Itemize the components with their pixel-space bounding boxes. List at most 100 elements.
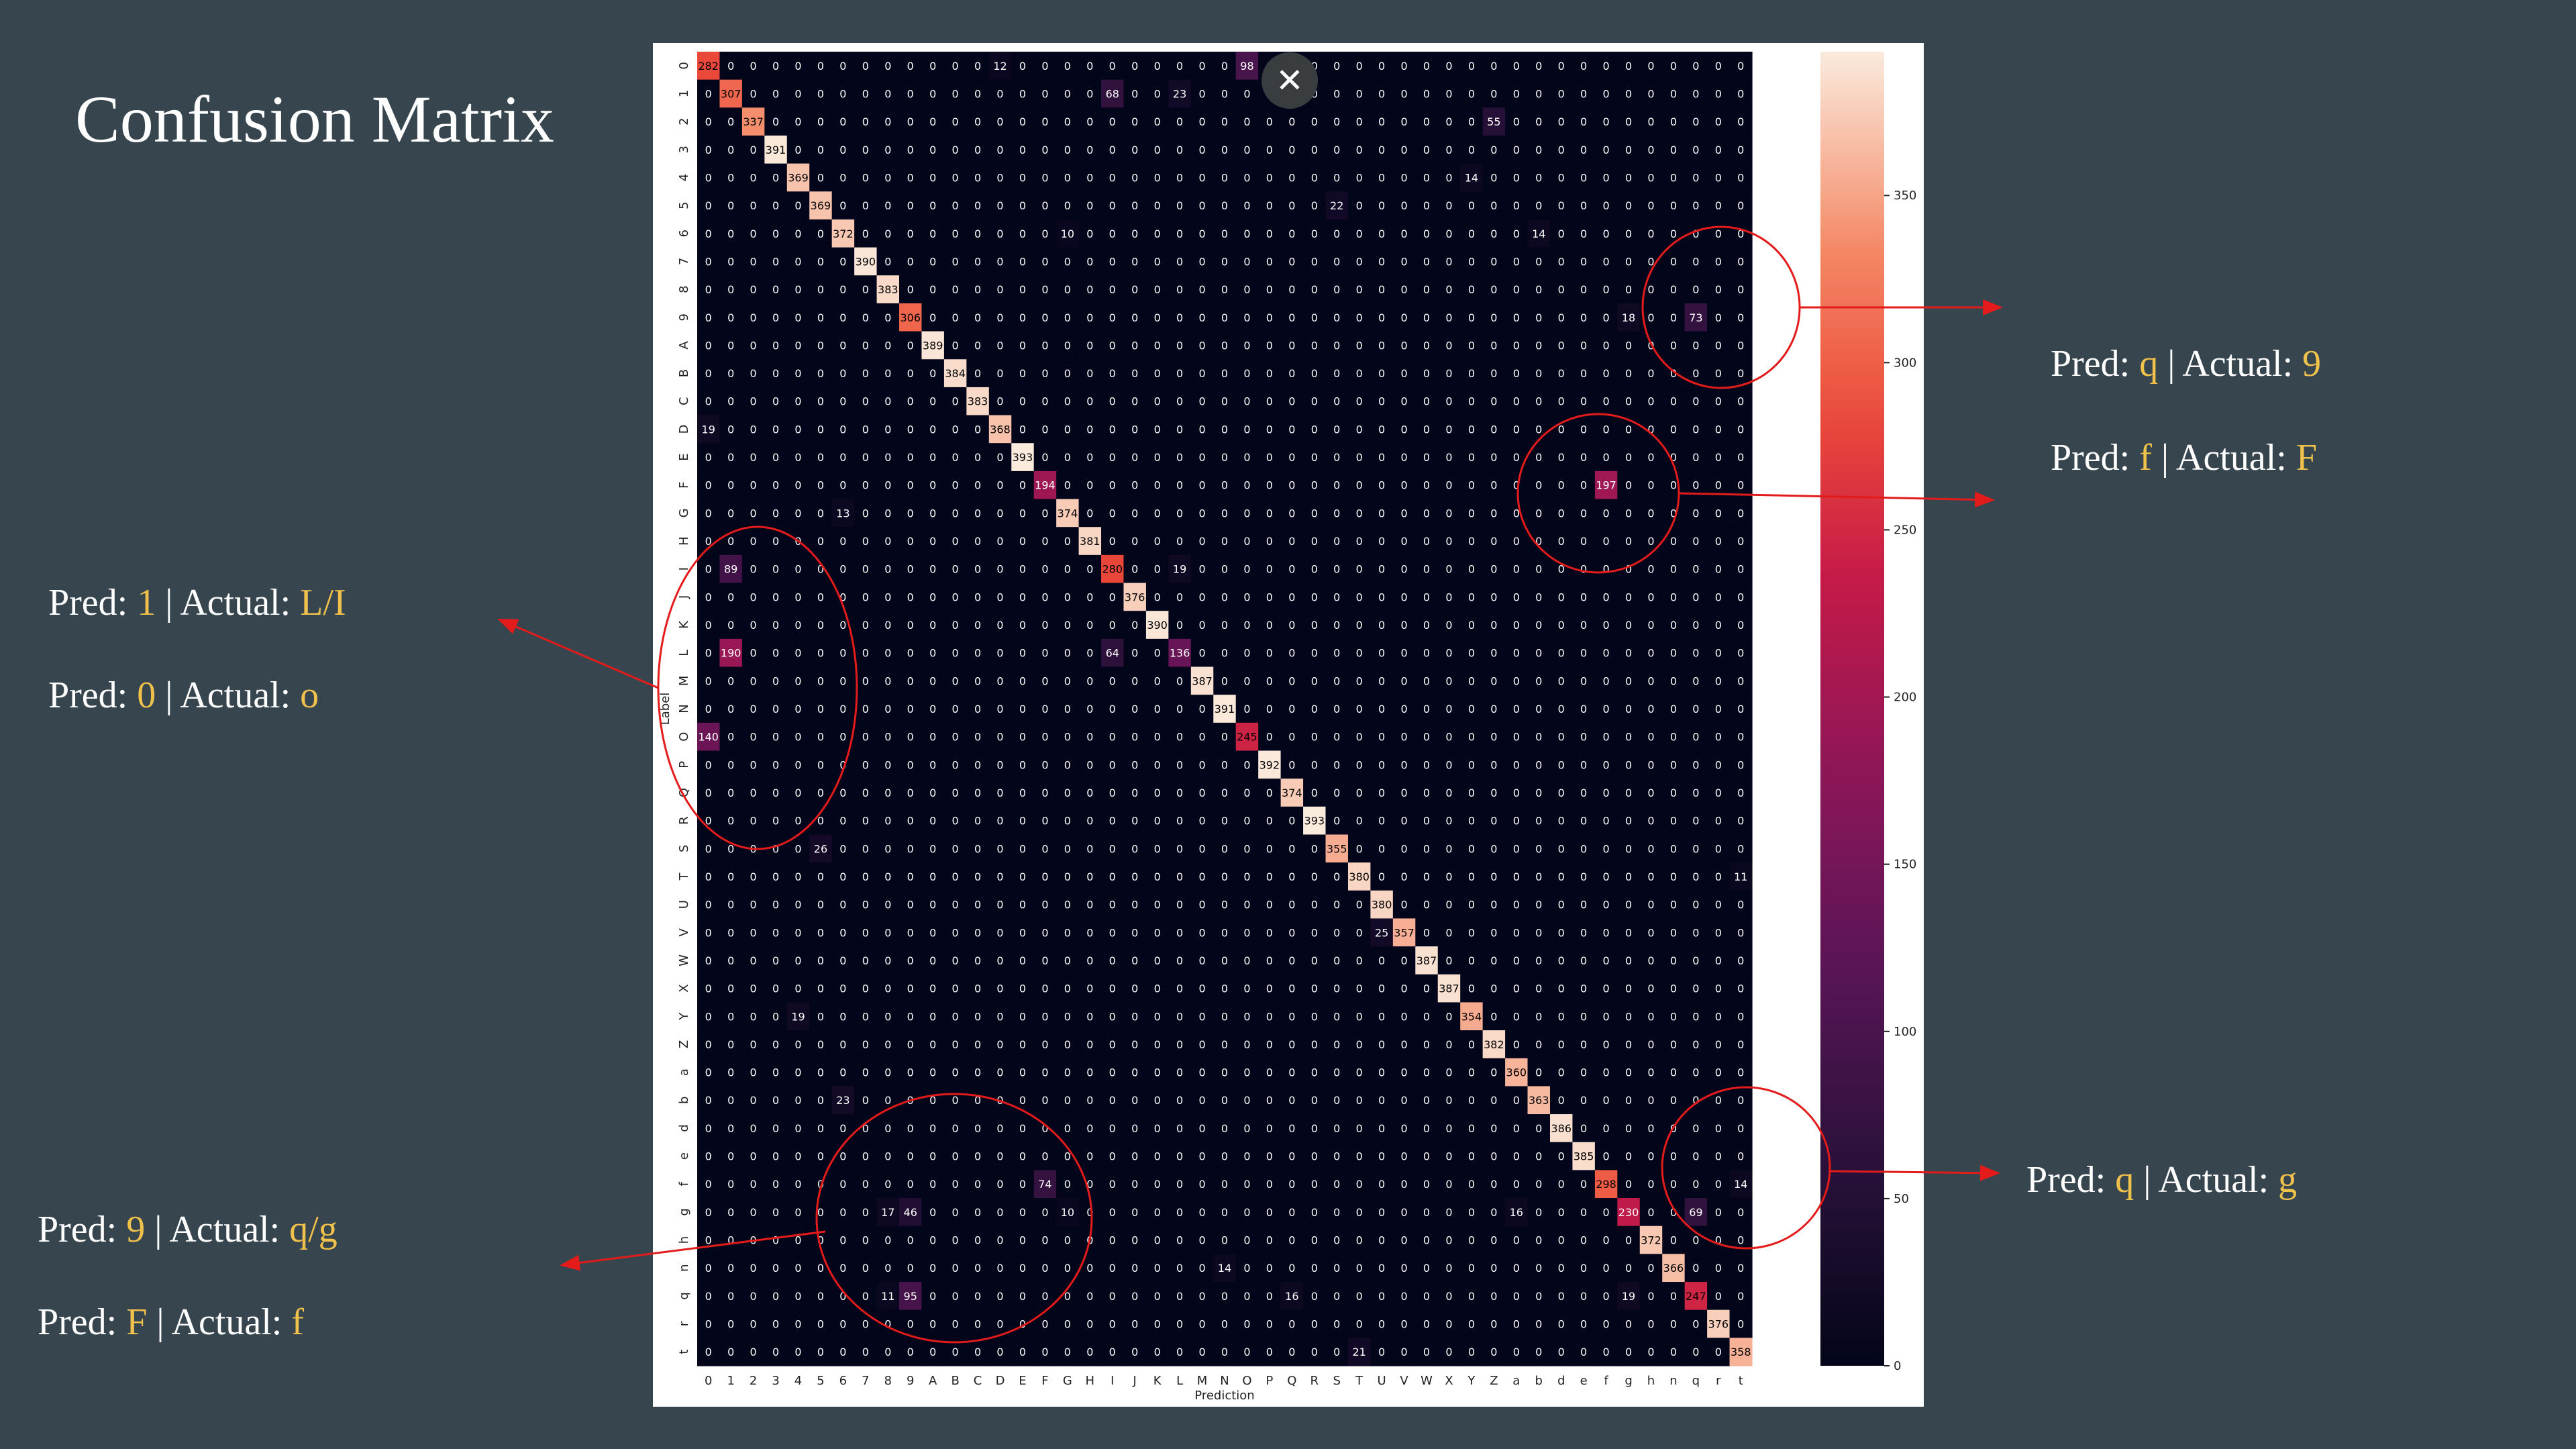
cell-value-label: 0 [1176, 1150, 1183, 1163]
x-tick-label: P [1266, 1374, 1273, 1388]
cell-value-label: 0 [727, 367, 734, 380]
cell-value-label: 0 [705, 451, 712, 464]
cell-value-label: 0 [1558, 535, 1565, 548]
cell-value-label: 0 [1603, 703, 1610, 715]
cell-value-label: 0 [1490, 255, 1497, 268]
y-tick-label: q [677, 1292, 691, 1299]
cell-value-label: 0 [1131, 674, 1138, 687]
cell-value-label: 0 [794, 87, 801, 100]
cell-value-label: 64 [1106, 647, 1119, 660]
cell-value-label: 0 [1445, 1150, 1452, 1163]
cell-value-label: 0 [884, 60, 891, 72]
cell-value-label: 0 [996, 815, 1003, 828]
cell-value-label: 245 [1237, 731, 1257, 744]
cell-value-label: 0 [907, 507, 914, 519]
cell-value-label: 0 [1558, 423, 1565, 436]
cell-value-label: 387 [1439, 983, 1459, 995]
cell-value-label: 0 [1647, 647, 1654, 660]
x-tick-label: L [1176, 1374, 1183, 1388]
close-button[interactable]: ✕ [1261, 52, 1318, 109]
cell-value-label: 0 [1580, 87, 1587, 100]
cell-value-label: 0 [705, 674, 712, 687]
cell-value-label: 0 [1535, 926, 1542, 939]
cell-value-label: 0 [839, 255, 846, 268]
cell-value-label: 0 [1378, 647, 1385, 660]
cell-value-label: 0 [996, 1346, 1003, 1358]
cell-value-label: 0 [839, 1066, 846, 1079]
cell-value-label: 0 [1198, 1290, 1205, 1303]
cell-value-label: 0 [727, 842, 734, 855]
cell-value-label: 0 [1311, 787, 1318, 799]
cell-value-label: 0 [1086, 395, 1093, 408]
cell-value-label: 0 [1647, 983, 1654, 995]
cell-value-label: 0 [1445, 954, 1452, 967]
y-tick-label: H [677, 536, 691, 546]
cell-value-label: 0 [1266, 395, 1273, 408]
cell-value-label: 0 [1333, 1290, 1340, 1303]
cell-value-label: 0 [727, 1262, 734, 1275]
cell-value-label: 0 [1243, 591, 1250, 603]
actual-label: | Actual: [165, 582, 291, 623]
cell-value-label: 0 [862, 954, 869, 967]
cell-value-label: 0 [1041, 395, 1048, 408]
cell-value-label: 0 [1109, 1346, 1116, 1358]
cell-value-label: 0 [862, 171, 869, 184]
cell-value-label: 0 [1603, 1262, 1610, 1275]
cell-value-label: 0 [727, 1010, 734, 1023]
cell-value-label: 0 [1715, 1206, 1722, 1219]
cell-value-label: 0 [996, 1178, 1003, 1191]
cell-value-label: 0 [1086, 199, 1093, 212]
cell-value-label: 0 [974, 815, 981, 828]
cell-value-label: 0 [1154, 954, 1161, 967]
cell-value-label: 0 [1400, 1122, 1407, 1135]
cell-value-label: 0 [1064, 60, 1071, 72]
cell-value-label: 0 [1625, 870, 1632, 883]
cell-value-label: 0 [1131, 367, 1138, 380]
cell-value-label: 0 [929, 674, 936, 687]
cell-value-label: 0 [996, 619, 1003, 632]
cell-value-label: 0 [952, 283, 959, 296]
cell-value-label: 0 [1266, 1094, 1273, 1107]
cell-value-label: 0 [1692, 1318, 1699, 1331]
cell-value-label: 0 [772, 367, 779, 380]
cell-value-label: 0 [1176, 1066, 1183, 1079]
cell-value-label: 0 [1243, 535, 1250, 548]
cell-value-label: 0 [1445, 283, 1452, 296]
cell-value-label: 0 [1692, 1094, 1699, 1107]
pred-value: f [2139, 437, 2152, 479]
cell-value-label: 0 [1131, 1234, 1138, 1247]
cell-value-label: 393 [1304, 815, 1325, 828]
cell-value-label: 0 [974, 1094, 981, 1107]
cell-value-label: 0 [1041, 563, 1048, 576]
cell-value-label: 0 [1468, 115, 1475, 128]
cell-value-label: 0 [1647, 591, 1654, 603]
cell-value-label: 392 [1259, 758, 1280, 771]
cell-value-label: 0 [750, 926, 757, 939]
cell-value-label: 0 [1400, 1346, 1407, 1358]
cell-value-label: 0 [1333, 228, 1340, 240]
cell-value-label: 384 [945, 367, 966, 380]
cell-value-label: 0 [1221, 983, 1228, 995]
cell-value-label: 0 [1625, 619, 1632, 632]
cell-value-label: 0 [1737, 563, 1744, 576]
cell-value-label: 0 [1737, 339, 1744, 352]
cell-value-label: 0 [1064, 535, 1071, 548]
cell-value-label: 23 [836, 1094, 849, 1107]
cell-value-label: 0 [952, 423, 959, 436]
cell-value-label: 0 [1737, 983, 1744, 995]
cell-value-label: 0 [929, 815, 936, 828]
cell-value-label: 0 [1737, 1234, 1744, 1247]
cell-value-label: 0 [1288, 870, 1295, 883]
cell-value-label: 0 [839, 199, 846, 212]
cell-value-label: 0 [750, 1010, 757, 1023]
cell-value-label: 0 [1558, 1094, 1565, 1107]
cell-value-label: 0 [1400, 199, 1407, 212]
cell-value-label: 0 [1198, 758, 1205, 771]
cell-value-label: 0 [1288, 311, 1295, 324]
cell-value-label: 0 [1266, 1234, 1273, 1247]
cell-value-label: 0 [727, 1346, 734, 1358]
cell-value-label: 0 [862, 1206, 869, 1219]
cell-value-label: 0 [884, 954, 891, 967]
cell-value-label: 0 [1154, 144, 1161, 156]
cell-value-label: 0 [1445, 171, 1452, 184]
